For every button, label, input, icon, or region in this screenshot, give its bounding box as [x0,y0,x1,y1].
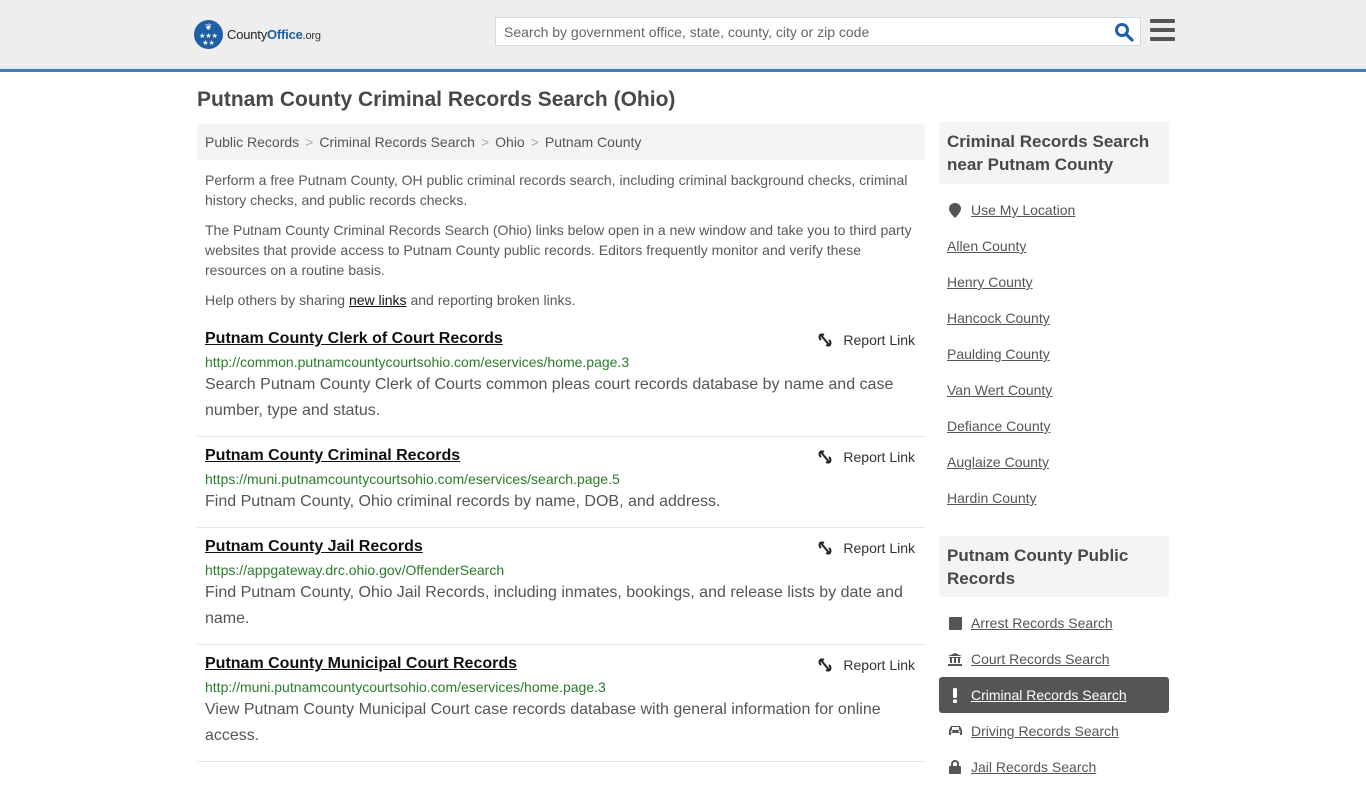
report-link-button[interactable]: Report Link [817,657,915,673]
listing-item: Putnam County Clerk of Court Records Rep… [197,326,925,437]
nearby-county-list: Use My Location Allen County Henry Count… [947,192,1167,516]
county-link-hardin[interactable]: Hardin County [947,490,1037,506]
use-my-location-item: Use My Location [947,192,1167,228]
public-records-list: Arrest Records Search Court Records Sear… [939,605,1169,785]
county-link-henry[interactable]: Henry County [947,274,1033,290]
nearby-county-item: Hancock County [947,300,1167,336]
broken-link-icon [818,541,832,555]
county-link-hancock[interactable]: Hancock County [947,310,1050,326]
new-links-link[interactable]: new links [349,292,407,308]
listing-url: http://common.putnamcountycourtsohio.com… [205,354,630,370]
nearby-county-item: Defiance County [947,408,1167,444]
car-icon [947,725,963,737]
county-link-auglaize[interactable]: Auglaize County [947,454,1049,470]
broken-link-icon [818,450,832,464]
intro-text: Perform a free Putnam County, OH public … [205,170,920,320]
county-link-defiance[interactable]: Defiance County [947,418,1051,434]
search-button[interactable] [1114,22,1134,42]
arrest-records-search-link[interactable]: Arrest Records Search [971,615,1113,631]
site-header: ❦ ★★★ ★★ CountyOffice.org [0,0,1366,72]
intro-paragraph: The Putnam County Criminal Records Searc… [205,222,912,278]
listing-item: Putnam County Criminal Records Report Li… [197,443,925,528]
court-records-search-link[interactable]: Court Records Search [971,651,1110,667]
listing-description: Find Putnam County, Ohio criminal record… [205,493,721,510]
listing-url: https://appgateway.drc.ohio.gov/Offender… [205,562,505,578]
lock-icon [947,760,963,774]
square-icon [947,616,963,630]
nearby-county-item: Hardin County [947,480,1167,516]
listing-description: Search Putnam County Clerk of Courts com… [205,376,894,419]
nearby-county-item: Allen County [947,228,1167,264]
listing-url: https://muni.putnamcountycourtsohio.com/… [205,471,620,487]
breadcrumb-criminal-records-search[interactable]: Criminal Records Search [319,134,475,150]
listing-item: Putnam County Municipal Court Records Re… [197,651,925,762]
report-link-button[interactable]: Report Link [817,332,915,348]
site-logo[interactable]: ❦ ★★★ ★★ CountyOffice.org [194,20,321,49]
search-box [495,17,1141,46]
public-records-item: Driving Records Search [947,713,1167,749]
public-records-item: Jail Records Search [947,749,1167,785]
driving-records-search-link[interactable]: Driving Records Search [971,723,1119,739]
broken-link-icon [818,658,832,672]
nearby-county-item: Van Wert County [947,372,1167,408]
breadcrumb-public-records[interactable]: Public Records [205,134,299,150]
nearby-heading: Criminal Records Search near Putnam Coun… [939,122,1169,184]
public-records-item: Court Records Search [947,641,1167,677]
report-link-button[interactable]: Report Link [817,540,915,556]
jail-records-search-link[interactable]: Jail Records Search [971,759,1096,775]
eagle-logo-icon: ❦ ★★★ ★★ [194,20,223,49]
intro-paragraph: Perform a free Putnam County, OH public … [205,172,908,208]
listing-title-link[interactable]: Putnam County Criminal Records [205,447,460,465]
listing-description: View Putnam County Municipal Court case … [205,701,881,744]
public-records-item-active: Criminal Records Search [939,677,1169,713]
breadcrumb: Public Records > Criminal Records Search > O… [197,124,925,160]
broken-link-icon [818,333,832,347]
nearby-county-item: Auglaize County [947,444,1167,480]
listing-title-link[interactable]: Putnam County Clerk of Court Records [205,330,503,348]
use-my-location-link[interactable]: Use My Location [971,202,1075,218]
breadcrumb-separator: > [305,134,314,150]
listing-title-link[interactable]: Putnam County Municipal Court Records [205,655,517,673]
listing-description: Find Putnam County, Ohio Jail Records, i… [205,584,903,627]
logo-text: CountyOffice.org [227,27,321,42]
public-records-item: Arrest Records Search [947,605,1167,641]
county-link-van-wert[interactable]: Van Wert County [947,382,1052,398]
county-link-allen[interactable]: Allen County [947,238,1026,254]
nearby-county-item: Paulding County [947,336,1167,372]
listing-title-link[interactable]: Putnam County Jail Records [205,538,423,556]
nearby-county-item: Henry County [947,264,1167,300]
breadcrumb-ohio[interactable]: Ohio [495,134,525,150]
county-link-paulding[interactable]: Paulding County [947,346,1050,362]
breadcrumb-separator: > [480,134,490,150]
public-records-heading: Putnam County Public Records [939,536,1169,597]
search-icon [1115,23,1134,42]
report-link-button[interactable]: Report Link [817,449,915,465]
exclamation-icon [947,687,963,703]
courthouse-icon [947,652,963,666]
listing-item: Putnam County Jail Records Report Link h… [197,534,925,645]
breadcrumb-separator: > [530,134,539,150]
page-title: Putnam County Criminal Records Search (O… [197,88,676,111]
search-input[interactable] [496,18,1096,45]
criminal-records-search-link[interactable]: Criminal Records Search [971,687,1127,703]
breadcrumb-putnam-county[interactable]: Putnam County [545,134,642,150]
listing-url: http://muni.putnamcountycourtsohio.com/e… [205,679,606,695]
share-links-paragraph: Help others by sharing new links and rep… [205,292,576,308]
map-pin-icon [947,202,963,218]
hamburger-menu-icon[interactable] [1150,19,1175,41]
